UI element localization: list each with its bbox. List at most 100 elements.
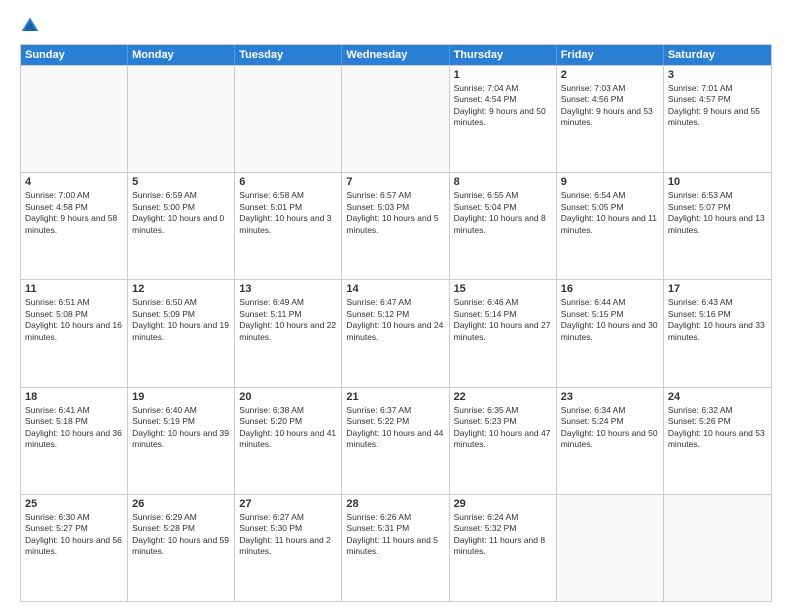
calendar-cell: 19 Sunrise: 6:40 AMSunset: 5:19 PMDayligh… [128,388,235,494]
calendar-cell: 18Sunrise: 6:41 AMSunset: 5:18 PMDayligh… [21,388,128,494]
calendar-cell: 26Sunrise: 6:29 AMSunset: 5:28 PMDayligh… [128,495,235,601]
calendar-header: SundayMondayTuesdayWednesdayThursdayFrid… [21,45,771,65]
cell-details: Sunrise: 6:51 AMSunset: 5:08 PMDaylight:… [25,297,123,343]
calendar-cell [557,495,664,601]
day-number: 27 [239,498,337,510]
cell-details: Sunrise: 6:58 AMSunset: 5:01 PMDaylight:… [239,190,337,236]
day-number: 10 [668,176,767,188]
calendar-cell: 21 Sunrise: 6:37 AMSunset: 5:22 PMDayligh… [342,388,449,494]
calendar-cell: 24 Sunrise: 6:32 AMSunset: 5:26 PMDayligh… [664,388,771,494]
calendar-cell: 13 Sunrise: 6:49 AMSunset: 5:11 PMDayligh… [235,280,342,386]
cell-details: Sunrise: 6:46 AMSunset: 5:14 PMDaylight:… [454,297,552,343]
header-day-wednesday: Wednesday [342,45,449,65]
day-number: 8 [454,176,552,188]
day-number: 19 [132,391,230,403]
day-number: 23 [561,391,659,403]
day-number: 22 [454,391,552,403]
cell-details: Sunrise: 6:41 AMSunset: 5:18 PMDaylight:… [25,405,123,451]
calendar-cell: 4 Sunrise: 7:00 AMSunset: 4:58 PMDaylight… [21,173,128,279]
calendar-cell: 8 Sunrise: 6:55 AMSunset: 5:04 PMDaylight… [450,173,557,279]
calendar-cell: 27Sunrise: 6:27 AMSunset: 5:30 PMDayligh… [235,495,342,601]
calendar-cell [664,495,771,601]
calendar-cell: 6 Sunrise: 6:58 AMSunset: 5:01 PMDaylight… [235,173,342,279]
day-number: 29 [454,498,552,510]
calendar-cell: 10 Sunrise: 6:53 AMSunset: 5:07 PMDayligh… [664,173,771,279]
cell-details: Sunrise: 6:47 AMSunset: 5:12 PMDaylight:… [346,297,444,343]
cell-details: Sunrise: 6:44 AMSunset: 5:15 PMDaylight:… [561,297,659,343]
cell-details: Sunrise: 6:57 AMSunset: 5:03 PMDaylight:… [346,190,444,236]
cell-details: Sunrise: 6:26 AMSunset: 5:31 PMDaylight:… [346,512,444,558]
day-number: 2 [561,69,659,81]
logo-icon [20,16,40,36]
cell-details: Sunrise: 6:55 AMSunset: 5:04 PMDaylight:… [454,190,552,236]
cell-details: Sunrise: 6:49 AMSunset: 5:11 PMDaylight:… [239,297,337,343]
header-day-sunday: Sunday [21,45,128,65]
header-day-tuesday: Tuesday [235,45,342,65]
day-number: 17 [668,283,767,295]
day-number: 4 [25,176,123,188]
day-number: 14 [346,283,444,295]
cell-details: Sunrise: 6:50 AMSunset: 5:09 PMDaylight:… [132,297,230,343]
calendar-cell: 23 Sunrise: 6:34 AMSunset: 5:24 PMDayligh… [557,388,664,494]
day-number: 16 [561,283,659,295]
cell-details: Sunrise: 6:37 AMSunset: 5:22 PMDaylight:… [346,405,444,451]
header-day-saturday: Saturday [664,45,771,65]
day-number: 6 [239,176,337,188]
calendar-cell: 5 Sunrise: 6:59 AMSunset: 5:00 PMDaylight… [128,173,235,279]
page: SundayMondayTuesdayWednesdayThursdayFrid… [0,0,792,612]
calendar-row-1: 4 Sunrise: 7:00 AMSunset: 4:58 PMDaylight… [21,172,771,279]
calendar-cell: 20 Sunrise: 6:38 AMSunset: 5:20 PMDayligh… [235,388,342,494]
cell-details: Sunrise: 6:53 AMSunset: 5:07 PMDaylight:… [668,190,767,236]
day-number: 21 [346,391,444,403]
calendar-row-2: 11 Sunrise: 6:51 AMSunset: 5:08 PMDayligh… [21,279,771,386]
calendar-cell: 12 Sunrise: 6:50 AMSunset: 5:09 PMDayligh… [128,280,235,386]
logo [20,16,42,36]
day-number: 20 [239,391,337,403]
cell-details: Sunrise: 6:34 AMSunset: 5:24 PMDaylight:… [561,405,659,451]
calendar-cell [128,66,235,172]
day-number: 7 [346,176,444,188]
header-day-thursday: Thursday [450,45,557,65]
calendar-cell [21,66,128,172]
calendar: SundayMondayTuesdayWednesdayThursdayFrid… [20,44,772,602]
day-number: 5 [132,176,230,188]
calendar-cell: 11 Sunrise: 6:51 AMSunset: 5:08 PMDayligh… [21,280,128,386]
cell-details: Sunrise: 6:43 AMSunset: 5:16 PMDaylight:… [668,297,767,343]
day-number: 26 [132,498,230,510]
calendar-cell: 7 Sunrise: 6:57 AMSunset: 5:03 PMDaylight… [342,173,449,279]
cell-details: Sunrise: 6:40 AMSunset: 5:19 PMDaylight:… [132,405,230,451]
calendar-cell [342,66,449,172]
day-number: 13 [239,283,337,295]
day-number: 15 [454,283,552,295]
day-number: 1 [454,69,552,81]
calendar-row-0: 1Sunrise: 7:04 AMSunset: 4:54 PMDaylight… [21,65,771,172]
day-number: 3 [668,69,767,81]
calendar-cell: 28Sunrise: 6:26 AMSunset: 5:31 PMDayligh… [342,495,449,601]
calendar-cell [235,66,342,172]
cell-details: Sunrise: 7:03 AMSunset: 4:56 PMDaylight:… [561,83,659,129]
header-day-friday: Friday [557,45,664,65]
cell-details: Sunrise: 7:01 AMSunset: 4:57 PMDaylight:… [668,83,767,129]
cell-details: Sunrise: 6:38 AMSunset: 5:20 PMDaylight:… [239,405,337,451]
calendar-cell: 14 Sunrise: 6:47 AMSunset: 5:12 PMDayligh… [342,280,449,386]
cell-details: Sunrise: 7:00 AMSunset: 4:58 PMDaylight:… [25,190,123,236]
calendar-cell: 15 Sunrise: 6:46 AMSunset: 5:14 PMDayligh… [450,280,557,386]
calendar-cell: 1Sunrise: 7:04 AMSunset: 4:54 PMDaylight… [450,66,557,172]
day-number: 9 [561,176,659,188]
cell-details: Sunrise: 6:35 AMSunset: 5:23 PMDaylight:… [454,405,552,451]
calendar-row-3: 18Sunrise: 6:41 AMSunset: 5:18 PMDayligh… [21,387,771,494]
cell-details: Sunrise: 6:59 AMSunset: 5:00 PMDaylight:… [132,190,230,236]
day-number: 24 [668,391,767,403]
calendar-cell: 29 Sunrise: 6:24 AMSunset: 5:32 PMDayligh… [450,495,557,601]
cell-details: Sunrise: 6:24 AMSunset: 5:32 PMDaylight:… [454,512,552,558]
day-number: 12 [132,283,230,295]
cell-details: Sunrise: 6:30 AMSunset: 5:27 PMDaylight:… [25,512,123,558]
calendar-body: 1Sunrise: 7:04 AMSunset: 4:54 PMDaylight… [21,65,771,601]
day-number: 25 [25,498,123,510]
calendar-cell: 9Sunrise: 6:54 AMSunset: 5:05 PMDaylight… [557,173,664,279]
cell-details: Sunrise: 6:32 AMSunset: 5:26 PMDaylight:… [668,405,767,451]
calendar-cell: 16 Sunrise: 6:44 AMSunset: 5:15 PMDayligh… [557,280,664,386]
day-number: 11 [25,283,123,295]
header [20,16,772,36]
calendar-cell: 22 Sunrise: 6:35 AMSunset: 5:23 PMDayligh… [450,388,557,494]
